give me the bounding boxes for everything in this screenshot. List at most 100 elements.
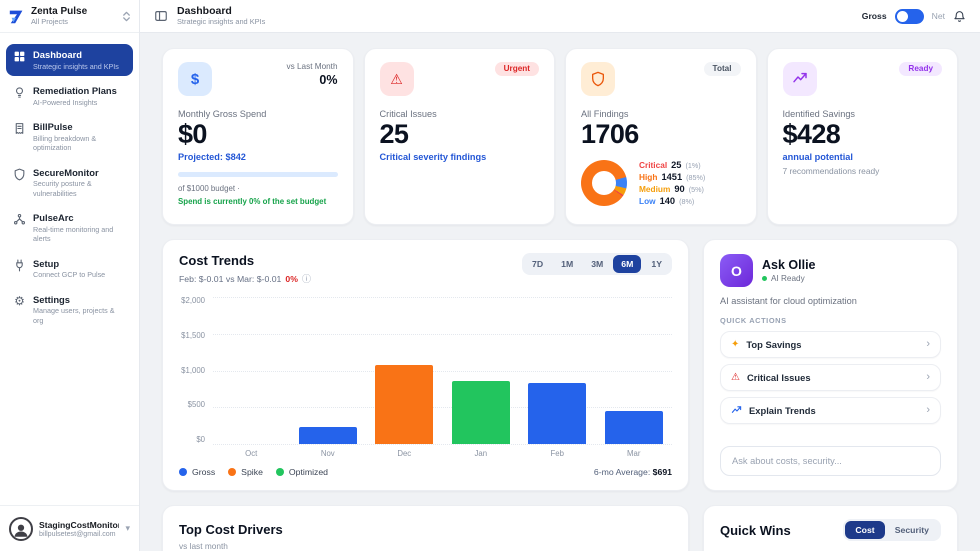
chevron-down-icon: ▾: [125, 523, 130, 533]
bar-feb[interactable]: [528, 382, 587, 444]
severity-row-medium: Medium 90 (5%): [639, 184, 704, 195]
kpi-label: Identified Savings: [782, 109, 856, 119]
total-badge: Total: [703, 62, 741, 77]
chevron-right-icon: ›: [926, 371, 930, 383]
y-axis: $2,000 $1,500 $1,000 $500 $0: [179, 297, 213, 444]
sidebar-item-settings[interactable]: ⚙ Settings Manage users, projects & org: [6, 289, 133, 330]
lightbulb-icon: [13, 86, 26, 99]
findings-donut: [581, 160, 627, 207]
kpi-label: All Findings: [581, 109, 629, 119]
bar-slot: [596, 297, 673, 444]
quick-wins-title: Quick Wins: [720, 522, 791, 538]
sidebar-item-securemonitor[interactable]: SecureMonitor Security posture & vulnera…: [6, 162, 133, 203]
zenta-pulse-logo-icon: [9, 10, 23, 24]
dot-icon: ·: [237, 184, 240, 194]
ollie-chat-input[interactable]: [720, 446, 941, 476]
cost-trends-card: Cost Trends Feb: $-0.01 vs Mar: $-0.01 0…: [162, 239, 689, 491]
gross-label: Gross: [861, 11, 887, 21]
kpi-card-all-findings: Total All Findings 1706 Critical 25 (1%): [565, 48, 757, 225]
sidebar-item-dashboard[interactable]: Dashboard Strategic insights and KPIs: [6, 44, 133, 77]
kpi-label: Critical Issues: [379, 109, 437, 119]
budget-status: Spend is currently 0% of the set budget: [178, 197, 327, 207]
sidebar-nav: Dashboard Strategic insights and KPIs Re…: [0, 33, 139, 505]
ollie-description: AI assistant for cloud optimization: [720, 296, 857, 306]
cost-trends-subtitle: Feb: $-0.01 vs Mar: $-0.01 0% ⓘ: [179, 272, 311, 285]
kpi-card-critical-issues: ⚠ Urgent Critical Issues 25 Critical sev…: [363, 48, 555, 225]
range-button-6m[interactable]: 6M: [613, 255, 642, 273]
range-button-3m[interactable]: 3M: [583, 255, 611, 273]
annual-potential-link[interactable]: annual potential: [783, 152, 943, 162]
compare-value: 0%: [319, 73, 338, 87]
nav-item-label: PulseArc: [33, 212, 74, 224]
legend-optimized: Optimized: [275, 467, 328, 477]
average-note: 6-mo Average: $691: [593, 467, 672, 477]
bar-dec[interactable]: [375, 365, 434, 444]
tab-security[interactable]: Security: [885, 521, 939, 539]
x-tick-label: Dec: [397, 449, 412, 458]
shield-icon: [13, 168, 26, 181]
chevron-updown-icon[interactable]: [122, 11, 131, 22]
gross-net-toggle[interactable]: [894, 8, 924, 24]
top-bar: Dashboard Strategic insights and KPIs Gr…: [140, 0, 980, 33]
page-subtitle: Strategic insights and KPIs: [177, 16, 266, 26]
warning-icon: ⚠: [379, 62, 414, 96]
quick-action-critical-issues[interactable]: ⚠ Critical Issues ›: [720, 364, 941, 391]
sidebar-item-billpulse[interactable]: BillPulse Billing breakdown & optimizati…: [6, 116, 133, 157]
sidebar-item-pulsearc[interactable]: PulseArc Real-time monitoring and alerts: [6, 207, 133, 248]
dashboard-content: $ vs Last Month 0% Monthly Gross Spend $…: [140, 33, 980, 551]
kpi-value: 25: [379, 119, 409, 149]
x-tick-label: Jan: [474, 449, 488, 458]
range-button-7d[interactable]: 7D: [524, 255, 551, 273]
avatar: [9, 516, 33, 541]
nav-item-label: Setup: [33, 257, 60, 269]
user-email: billpulsetest@gmail.com: [39, 529, 116, 538]
bar-nov[interactable]: [298, 427, 357, 444]
recommendations-note: 7 recommendations ready: [782, 166, 880, 177]
kpi-value: $0: [178, 119, 207, 149]
quick-wins-card: Quick Wins Cost Security: [703, 505, 958, 551]
quick-action-explain-trends[interactable]: Explain Trends ›: [720, 397, 941, 424]
bottom-row: Top Cost Drivers vs last month Quick Win…: [162, 505, 958, 551]
critical-findings-link[interactable]: Critical severity findings: [380, 152, 540, 162]
trend-up-icon: [731, 405, 742, 416]
bar-slot: [290, 297, 367, 444]
kpi-card-monthly-gross-spend: $ vs Last Month 0% Monthly Gross Spend $…: [162, 48, 354, 225]
nav-item-sublabel: Real-time monitoring and alerts: [33, 224, 114, 244]
y-tick: $1,500: [181, 330, 205, 340]
top-cost-drivers-subtitle: vs last month: [179, 541, 228, 551]
bar-mar[interactable]: [604, 410, 663, 444]
ollie-title: Ask Ollie: [762, 258, 816, 272]
quick-action-label: Critical Issues: [746, 372, 811, 383]
nav-item-label: Remediation Plans: [33, 85, 117, 97]
projected-link[interactable]: Projected: $842: [178, 152, 338, 162]
sparkle-icon: ✦: [731, 338, 740, 350]
bar-slot: [213, 297, 290, 444]
severity-row-critical: Critical 25 (1%): [639, 160, 701, 171]
workspace-switcher[interactable]: Zenta Pulse All Projects: [0, 0, 139, 33]
bell-icon[interactable]: [953, 10, 966, 23]
quick-wins-tabs: Cost Security: [843, 519, 941, 541]
quick-action-top-savings[interactable]: ✦ Top Savings ›: [720, 331, 941, 358]
x-axis-labels: Oct Nov Dec Jan Feb Mar: [213, 449, 672, 458]
bar-slot: [519, 297, 596, 444]
severity-row-high: High 1451 (85%): [639, 172, 706, 183]
kpi-row: $ vs Last Month 0% Monthly Gross Spend $…: [162, 48, 958, 225]
sidebar-item-setup[interactable]: Setup Connect GCP to Pulse: [6, 253, 133, 285]
user-menu[interactable]: StagingCostMonitorin... billpulsetest@gm…: [0, 505, 139, 551]
time-range-selector: 7D 1M 3M 6M 1Y: [522, 253, 672, 275]
info-icon[interactable]: ⓘ: [302, 272, 311, 285]
ai-ready-status: AI Ready: [771, 274, 805, 283]
sidebar-toggle-icon[interactable]: [154, 9, 168, 23]
bar-jan[interactable]: [451, 381, 510, 444]
y-tick: $2,000: [181, 296, 205, 305]
tab-cost[interactable]: Cost: [845, 521, 885, 539]
kpi-label: Monthly Gross Spend: [178, 109, 267, 119]
chevron-right-icon: ›: [926, 338, 930, 350]
chart-legend: Gross Spike Optimized: [179, 467, 328, 477]
range-button-1m[interactable]: 1M: [553, 255, 581, 273]
range-button-1y[interactable]: 1Y: [643, 255, 670, 273]
urgent-badge: Urgent: [494, 62, 539, 77]
bar-group: [213, 297, 672, 444]
sidebar-item-remediation-plans[interactable]: Remediation Plans AI-Powered Insights: [6, 80, 133, 112]
nav-item-sublabel: Strategic insights and KPIs: [33, 61, 119, 71]
